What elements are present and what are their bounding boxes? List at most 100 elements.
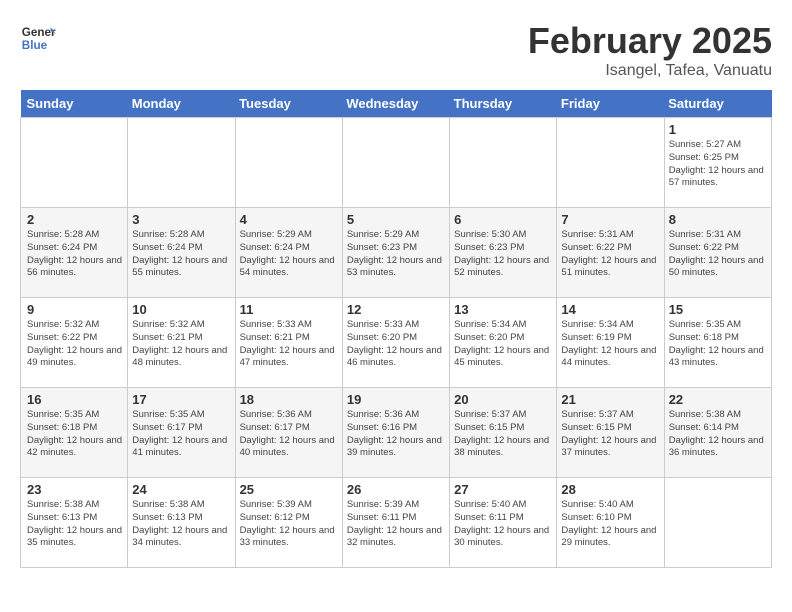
calendar-table: SundayMondayTuesdayWednesdayThursdayFrid… bbox=[20, 90, 772, 568]
calendar-cell: 20Sunrise: 5:37 AM Sunset: 6:15 PM Dayli… bbox=[450, 388, 557, 478]
header-row: SundayMondayTuesdayWednesdayThursdayFrid… bbox=[21, 90, 772, 118]
day-number: 22 bbox=[669, 392, 767, 407]
logo: General Blue bbox=[20, 20, 56, 56]
day-number: 17 bbox=[132, 392, 230, 407]
calendar-cell: 16Sunrise: 5:35 AM Sunset: 6:18 PM Dayli… bbox=[21, 388, 128, 478]
day-number: 1 bbox=[669, 122, 767, 137]
calendar-cell: 18 Sunrise: 5:36 AM Sunset: 6:17 PM Dayli… bbox=[235, 388, 342, 478]
day-info: Sunrise: 5:37 AM Sunset: 6:15 PM Dayligh… bbox=[454, 409, 552, 460]
day-info: Sunrise: 5:40 AM Sunset: 6:11 PM Dayligh… bbox=[454, 499, 552, 550]
day-number: 14 bbox=[561, 302, 659, 317]
day-number: 10 bbox=[132, 302, 230, 317]
day-number: 23 bbox=[27, 482, 123, 497]
calendar-cell: 25 Sunrise: 5:39 AM Sunset: 6:12 PM Dayli… bbox=[235, 478, 342, 568]
day-number: 24 bbox=[132, 482, 230, 497]
calendar-cell bbox=[557, 118, 664, 208]
calendar-cell bbox=[450, 118, 557, 208]
calendar-cell: 10 Sunrise: 5:32 AM Sunset: 6:21 PM Dayli… bbox=[128, 298, 235, 388]
day-number: 19 bbox=[347, 392, 445, 407]
day-number: 6 bbox=[454, 212, 552, 227]
day-number: 8 bbox=[669, 212, 767, 227]
day-number: 7 bbox=[561, 212, 659, 227]
calendar-cell: 12Sunrise: 5:33 AM Sunset: 6:20 PM Dayli… bbox=[342, 298, 449, 388]
col-header-thursday: Thursday bbox=[450, 90, 557, 118]
day-info: Sunrise: 5:35 AM Sunset: 6:18 PM Dayligh… bbox=[669, 319, 767, 370]
day-info: Sunrise: 5:28 AM Sunset: 6:24 PM Dayligh… bbox=[132, 229, 230, 280]
day-info: Sunrise: 5:33 AM Sunset: 6:21 PM Dayligh… bbox=[240, 319, 338, 370]
day-info: Sunrise: 5:38 AM Sunset: 6:13 PM Dayligh… bbox=[132, 499, 230, 550]
calendar-cell: 2 Sunrise: 5:28 AM Sunset: 6:24 PM Daylig… bbox=[21, 208, 128, 298]
logo-icon: General Blue bbox=[20, 20, 56, 56]
calendar-cell: 27 Sunrise: 5:40 AM Sunset: 6:11 PM Dayli… bbox=[450, 478, 557, 568]
calendar-cell: 28Sunrise: 5:40 AM Sunset: 6:10 PM Dayli… bbox=[557, 478, 664, 568]
calendar-cell: 21 Sunrise: 5:37 AM Sunset: 6:15 PM Dayli… bbox=[557, 388, 664, 478]
day-number: 27 bbox=[454, 482, 552, 497]
calendar-cell: 8 Sunrise: 5:31 AM Sunset: 6:22 PM Daylig… bbox=[664, 208, 771, 298]
calendar-cell: 22 Sunrise: 5:38 AM Sunset: 6:14 PM Dayli… bbox=[664, 388, 771, 478]
day-number: 12 bbox=[347, 302, 445, 317]
col-header-monday: Monday bbox=[128, 90, 235, 118]
day-number: 11 bbox=[240, 302, 338, 317]
day-number: 21 bbox=[561, 392, 659, 407]
day-number: 3 bbox=[132, 212, 230, 227]
day-number: 18 bbox=[240, 392, 338, 407]
day-info: Sunrise: 5:32 AM Sunset: 6:22 PM Dayligh… bbox=[27, 319, 123, 370]
col-header-saturday: Saturday bbox=[664, 90, 771, 118]
calendar-cell bbox=[128, 118, 235, 208]
calendar-cell: 17 Sunrise: 5:35 AM Sunset: 6:17 PM Dayli… bbox=[128, 388, 235, 478]
day-number: 5 bbox=[347, 212, 445, 227]
calendar-cell bbox=[664, 478, 771, 568]
day-info: Sunrise: 5:29 AM Sunset: 6:24 PM Dayligh… bbox=[240, 229, 338, 280]
calendar-cell: 9 Sunrise: 5:32 AM Sunset: 6:22 PM Daylig… bbox=[21, 298, 128, 388]
week-row-1: 1Sunrise: 5:27 AM Sunset: 6:25 PM Daylig… bbox=[21, 118, 772, 208]
day-number: 15 bbox=[669, 302, 767, 317]
day-info: Sunrise: 5:29 AM Sunset: 6:23 PM Dayligh… bbox=[347, 229, 445, 280]
calendar-cell: 19 Sunrise: 5:36 AM Sunset: 6:16 PM Dayli… bbox=[342, 388, 449, 478]
month-title: February 2025 bbox=[528, 20, 772, 62]
col-header-friday: Friday bbox=[557, 90, 664, 118]
svg-text:Blue: Blue bbox=[22, 39, 48, 52]
day-info: Sunrise: 5:34 AM Sunset: 6:19 PM Dayligh… bbox=[561, 319, 659, 370]
week-row-3: 9 Sunrise: 5:32 AM Sunset: 6:22 PM Daylig… bbox=[21, 298, 772, 388]
calendar-cell: 14 Sunrise: 5:34 AM Sunset: 6:19 PM Dayli… bbox=[557, 298, 664, 388]
day-info: Sunrise: 5:40 AM Sunset: 6:10 PM Dayligh… bbox=[561, 499, 659, 550]
page-header: General Blue February 2025 Isangel, Tafe… bbox=[20, 20, 772, 80]
title-area: February 2025 Isangel, Tafea, Vanuatu bbox=[528, 20, 772, 80]
day-info: Sunrise: 5:35 AM Sunset: 6:17 PM Dayligh… bbox=[132, 409, 230, 460]
calendar-cell: 3 Sunrise: 5:28 AM Sunset: 6:24 PM Daylig… bbox=[128, 208, 235, 298]
day-info: Sunrise: 5:31 AM Sunset: 6:22 PM Dayligh… bbox=[669, 229, 767, 280]
calendar-cell bbox=[21, 118, 128, 208]
day-info: Sunrise: 5:37 AM Sunset: 6:15 PM Dayligh… bbox=[561, 409, 659, 460]
day-info: Sunrise: 5:32 AM Sunset: 6:21 PM Dayligh… bbox=[132, 319, 230, 370]
calendar-cell: 15 Sunrise: 5:35 AM Sunset: 6:18 PM Dayli… bbox=[664, 298, 771, 388]
calendar-cell: 7 Sunrise: 5:31 AM Sunset: 6:22 PM Daylig… bbox=[557, 208, 664, 298]
day-number: 16 bbox=[27, 392, 123, 407]
day-number: 13 bbox=[454, 302, 552, 317]
week-row-4: 16Sunrise: 5:35 AM Sunset: 6:18 PM Dayli… bbox=[21, 388, 772, 478]
day-info: Sunrise: 5:30 AM Sunset: 6:23 PM Dayligh… bbox=[454, 229, 552, 280]
day-number: 2 bbox=[27, 212, 123, 227]
day-info: Sunrise: 5:36 AM Sunset: 6:16 PM Dayligh… bbox=[347, 409, 445, 460]
day-number: 25 bbox=[240, 482, 338, 497]
calendar-cell bbox=[235, 118, 342, 208]
calendar-cell: 4 Sunrise: 5:29 AM Sunset: 6:24 PM Daylig… bbox=[235, 208, 342, 298]
calendar-cell: 5 Sunrise: 5:29 AM Sunset: 6:23 PM Daylig… bbox=[342, 208, 449, 298]
day-info: Sunrise: 5:34 AM Sunset: 6:20 PM Dayligh… bbox=[454, 319, 552, 370]
day-number: 9 bbox=[27, 302, 123, 317]
col-header-wednesday: Wednesday bbox=[342, 90, 449, 118]
col-header-tuesday: Tuesday bbox=[235, 90, 342, 118]
day-info: Sunrise: 5:31 AM Sunset: 6:22 PM Dayligh… bbox=[561, 229, 659, 280]
calendar-cell: 13 Sunrise: 5:34 AM Sunset: 6:20 PM Dayli… bbox=[450, 298, 557, 388]
calendar-cell bbox=[342, 118, 449, 208]
day-info: Sunrise: 5:38 AM Sunset: 6:14 PM Dayligh… bbox=[669, 409, 767, 460]
day-info: Sunrise: 5:28 AM Sunset: 6:24 PM Dayligh… bbox=[27, 229, 123, 280]
calendar-cell: 11 Sunrise: 5:33 AM Sunset: 6:21 PM Dayli… bbox=[235, 298, 342, 388]
location-title: Isangel, Tafea, Vanuatu bbox=[528, 62, 772, 80]
col-header-sunday: Sunday bbox=[21, 90, 128, 118]
day-info: Sunrise: 5:39 AM Sunset: 6:11 PM Dayligh… bbox=[347, 499, 445, 550]
day-number: 4 bbox=[240, 212, 338, 227]
calendar-cell: 23Sunrise: 5:38 AM Sunset: 6:13 PM Dayli… bbox=[21, 478, 128, 568]
day-info: Sunrise: 5:39 AM Sunset: 6:12 PM Dayligh… bbox=[240, 499, 338, 550]
week-row-2: 2 Sunrise: 5:28 AM Sunset: 6:24 PM Daylig… bbox=[21, 208, 772, 298]
day-info: Sunrise: 5:36 AM Sunset: 6:17 PM Dayligh… bbox=[240, 409, 338, 460]
